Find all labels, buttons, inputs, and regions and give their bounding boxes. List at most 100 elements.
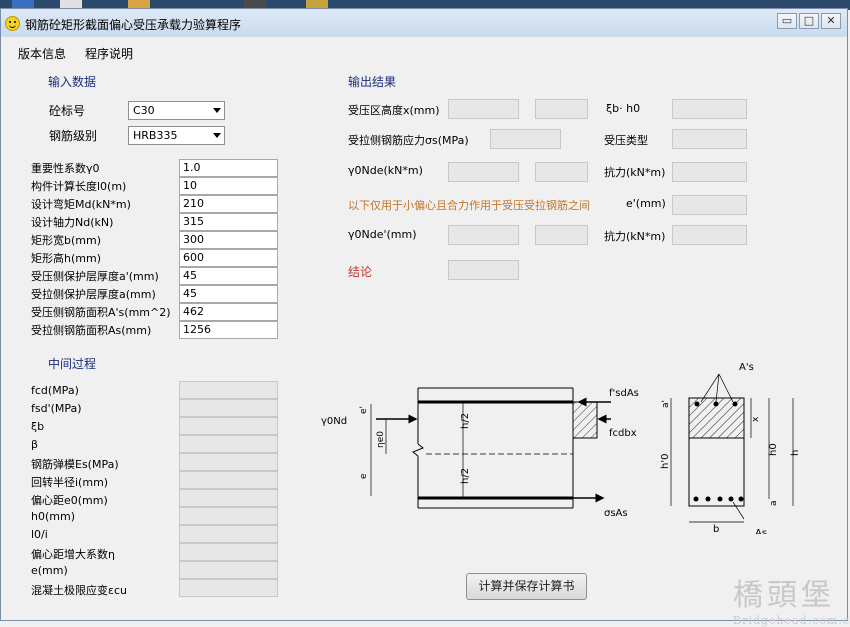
input-field[interactable]: 600: [179, 249, 278, 267]
tension-stress-label: 受拉侧钢筋应力σs(MPa): [348, 134, 469, 147]
input-label: 受拉侧钢筋面积As(mm): [31, 324, 152, 337]
compress-height-output: [448, 99, 519, 119]
concrete-grade-value: C30: [133, 104, 155, 117]
menu-bar: 版本信息 程序说明: [1, 42, 847, 62]
menu-version-info[interactable]: 版本信息: [18, 45, 66, 62]
input-field[interactable]: 462: [179, 303, 278, 321]
middle-output-field: [179, 471, 278, 489]
input-field[interactable]: 1256: [179, 321, 278, 339]
input-field[interactable]: 45: [179, 267, 278, 285]
diagram-label-a-prime: a': [661, 400, 671, 408]
input-field[interactable]: 10: [179, 177, 278, 195]
diagram-label-e: e: [359, 473, 369, 479]
chevron-down-icon: [213, 108, 221, 113]
chevron-down-icon: [213, 133, 221, 138]
middle-output-field: [179, 525, 278, 543]
middle-output-field: [179, 453, 278, 471]
input-field[interactable]: 45: [179, 285, 278, 303]
cross-section: A's As a' h'0 x h0 a h b: [660, 362, 801, 534]
tension-stress-output: [490, 129, 561, 149]
diagram-label-load: γ0Nd: [321, 416, 347, 427]
compress-type-output: [672, 129, 747, 149]
input-field[interactable]: 210: [179, 195, 278, 213]
concrete-grade-label: 砼标号: [49, 104, 86, 118]
concrete-grade-select[interactable]: C30: [128, 101, 225, 120]
middle-label: 回转半径i(mm): [31, 476, 109, 489]
diagram-label-as-prime: A's: [739, 362, 754, 373]
middle-label: 混凝土极限应变εcu: [31, 584, 127, 597]
input-field[interactable]: 300: [179, 231, 278, 249]
input-label: 受压侧钢筋面积A's(mm^2): [31, 306, 171, 319]
diagram-label-x: x: [751, 416, 761, 422]
middle-output-field: [179, 543, 278, 561]
middle-output-field: [179, 399, 278, 417]
rebar-grade-select[interactable]: HRB335: [128, 126, 225, 145]
gamma-nde-label: γ0Nde(kN*m): [348, 164, 423, 177]
minimize-button[interactable]: ▭: [777, 13, 797, 29]
input-label: 重要性系数γ0: [31, 162, 100, 175]
desktop-icon: [244, 0, 266, 8]
rebar-grade-label: 钢筋级别: [49, 129, 98, 143]
compress-height-output-2: [535, 99, 588, 119]
middle-output-field: [179, 435, 278, 453]
diagram-label-h: h: [790, 450, 801, 456]
middle-label: 偏心距增大系数η: [31, 548, 115, 561]
input-label: 构件计算长度l0(m): [31, 180, 127, 193]
menu-program-help[interactable]: 程序说明: [85, 45, 133, 62]
desktop-icon: [306, 0, 328, 8]
middle-label: 偏心距e0(mm): [31, 494, 108, 507]
desktop-icon: [12, 0, 34, 8]
middle-section-title: 中间过程: [48, 357, 97, 371]
input-label: 设计弯矩Md(kN*m): [31, 198, 131, 211]
middle-label: l0/i: [31, 528, 48, 541]
conclusion-label: 结论: [348, 265, 373, 279]
desktop-icon: [60, 0, 82, 8]
e-prime-output: [672, 195, 747, 215]
diagram-label-eta-e0: ηe0: [376, 431, 386, 448]
desktop-icon: [128, 0, 150, 8]
small-eccentricity-note: 以下仅用于小偏心且合力作用于受压受拉钢筋之间: [348, 199, 590, 212]
resistance-output-1: [672, 162, 747, 182]
xi-b-h0-label: ξb· h0: [606, 102, 641, 115]
diagram-label-h-half-bottom: h/2: [460, 468, 471, 484]
gamma-nde-prime-label: γ0Nde'(mm): [348, 228, 417, 241]
middle-label: fsd'(MPa): [31, 402, 82, 415]
title-bar[interactable]: 钢筋砼矩形截面偏心受压承载力验算程序 ▭ □ ✕: [1, 9, 847, 37]
e-prime-label: e'(mm): [626, 197, 666, 210]
middle-output-field: [179, 381, 278, 399]
close-button[interactable]: ✕: [821, 13, 841, 29]
diagram-label-fsd-as: f'sdAs: [609, 388, 639, 399]
section-force-diagram: γ0Nd e' e ηe0 h/2 h/2 f'sdAs fcdbx σsAs: [321, 362, 801, 534]
input-label: 矩形宽b(mm): [31, 234, 101, 247]
beam-elevation: γ0Nd e' e ηe0 h/2 h/2 f'sdAs fcdbx σsAs: [321, 387, 639, 519]
xi-b-h0-output: [672, 99, 747, 119]
input-label: 受拉侧保护层厚度a(mm): [31, 288, 156, 301]
bridgehead-watermark-logo: 橋頭堡 Bridgehead.com.cn: [733, 570, 850, 627]
gamma-nde-prime-output-2: [535, 225, 588, 245]
resistance-label-1: 抗力(kN*m): [604, 166, 666, 179]
middle-output-field: [179, 489, 278, 507]
middle-label: ξb: [31, 420, 45, 433]
rebar-dot: [694, 401, 700, 407]
calculate-save-button[interactable]: 计算并保存计算书: [466, 573, 587, 600]
rebar-dot: [732, 401, 738, 407]
rebar-dot: [717, 496, 723, 502]
middle-output-field: [179, 579, 278, 597]
input-label: 受压侧保护层厚度a'(mm): [31, 270, 159, 283]
maximize-button[interactable]: □: [799, 13, 819, 29]
diagram-label-e-prime: e': [359, 406, 369, 414]
middle-label: e(mm): [31, 564, 68, 577]
output-section-title: 输出结果: [348, 75, 397, 89]
window-title: 钢筋砼矩形截面偏心受压承载力验算程序: [25, 18, 242, 32]
diagram-label-sigma-as: σsAs: [604, 508, 628, 519]
resistance-output-2: [672, 225, 747, 245]
middle-label: 钢筋弹模Es(MPa): [31, 458, 119, 471]
input-field[interactable]: 1.0: [179, 159, 278, 177]
middle-output-field: [179, 561, 278, 579]
input-field[interactable]: 315: [179, 213, 278, 231]
compress-type-label: 受压类型: [604, 134, 648, 147]
app-window: 钢筋砼矩形截面偏心受压承载力验算程序 ▭ □ ✕ 版本信息 程序说明 输入数据 …: [0, 8, 850, 627]
diagram-label-h-half-top: h/2: [460, 413, 471, 429]
middle-label: h0(mm): [31, 510, 75, 523]
diagram-label-b: b: [713, 524, 719, 534]
